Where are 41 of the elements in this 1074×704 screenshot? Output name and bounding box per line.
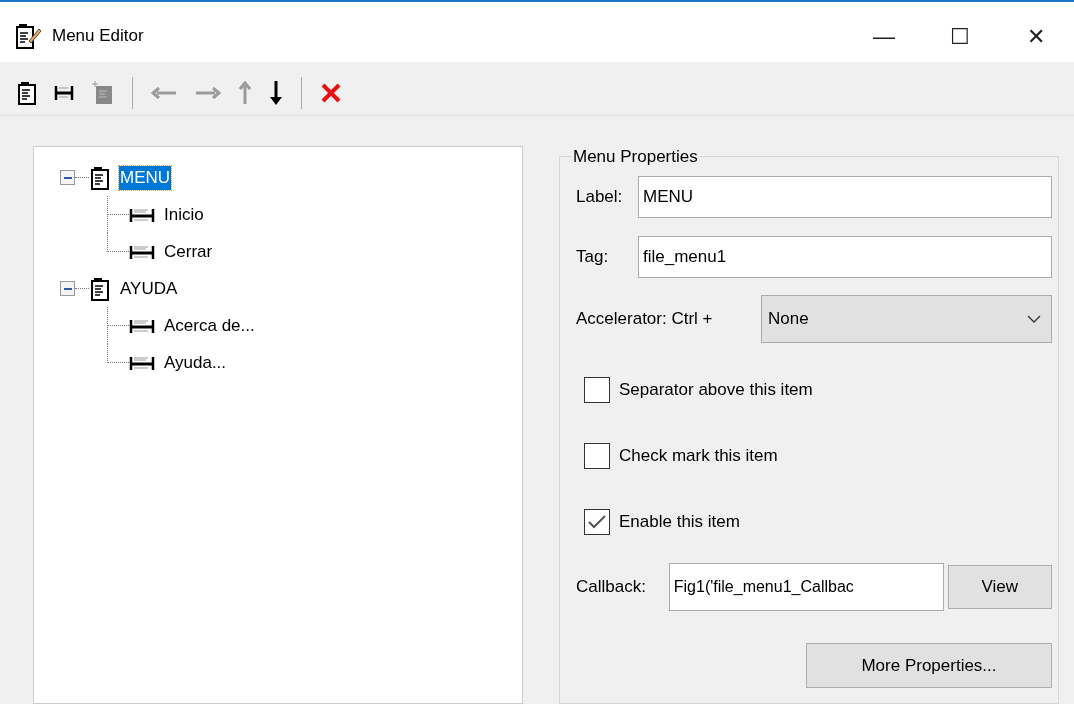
tag-field[interactable]: file_menu1 — [638, 236, 1052, 278]
field-label: Label: — [576, 186, 624, 209]
menu-item-icon[interactable] — [54, 84, 74, 101]
label-field[interactable]: MENU — [638, 176, 1052, 218]
down-arrow-icon[interactable] — [269, 79, 283, 106]
menu-icon — [91, 165, 109, 190]
checkbox[interactable] — [584, 377, 610, 403]
menu-icon — [91, 276, 109, 301]
menu-item-icon — [129, 354, 155, 371]
collapse-toggle[interactable] — [60, 170, 75, 185]
tree-item[interactable]: AYUDA — [119, 276, 179, 301]
tree-item[interactable]: MENU — [119, 165, 172, 190]
field-label: Callback: — [576, 576, 647, 599]
checkbox-label: Separator above this item — [619, 379, 813, 402]
tree-item[interactable]: Acerca de... — [163, 313, 256, 338]
menu-item-icon — [129, 317, 155, 334]
callback-field[interactable]: Fig1('file_menu1_Callbac — [668, 563, 944, 611]
tree-item[interactable]: Ayuda... — [163, 350, 228, 375]
checkbox-label: Enable this item — [619, 511, 740, 534]
close-button[interactable]: ✕ — [998, 10, 1074, 62]
check-icon — [588, 515, 606, 529]
checkbox[interactable] — [584, 443, 610, 469]
maximize-button[interactable]: ☐ — [922, 10, 998, 62]
checkbox[interactable] — [584, 509, 610, 535]
accelerator-dropdown[interactable]: None — [761, 295, 1052, 343]
menu-edit-icon — [16, 23, 42, 49]
minimize-button[interactable]: — — [846, 10, 922, 62]
menu-item-icon — [129, 206, 155, 223]
checkbox-label: Check mark this item — [619, 445, 778, 468]
field-label: Accelerator: Ctrl + — [576, 308, 714, 331]
menu-icon[interactable] — [18, 80, 36, 105]
collapse-toggle[interactable] — [60, 281, 75, 296]
field-label: Tag: — [576, 246, 610, 269]
menu-item-icon — [129, 243, 155, 260]
chevron-down-icon — [1027, 315, 1041, 323]
delete-icon[interactable] — [320, 81, 342, 104]
window-title: Menu Editor — [52, 25, 144, 48]
more-properties-button[interactable]: More Properties... — [806, 643, 1052, 688]
tree-item[interactable]: Inicio — [163, 202, 205, 227]
tree-item[interactable]: Cerrar — [163, 239, 214, 264]
view-button[interactable]: View — [947, 565, 1052, 609]
